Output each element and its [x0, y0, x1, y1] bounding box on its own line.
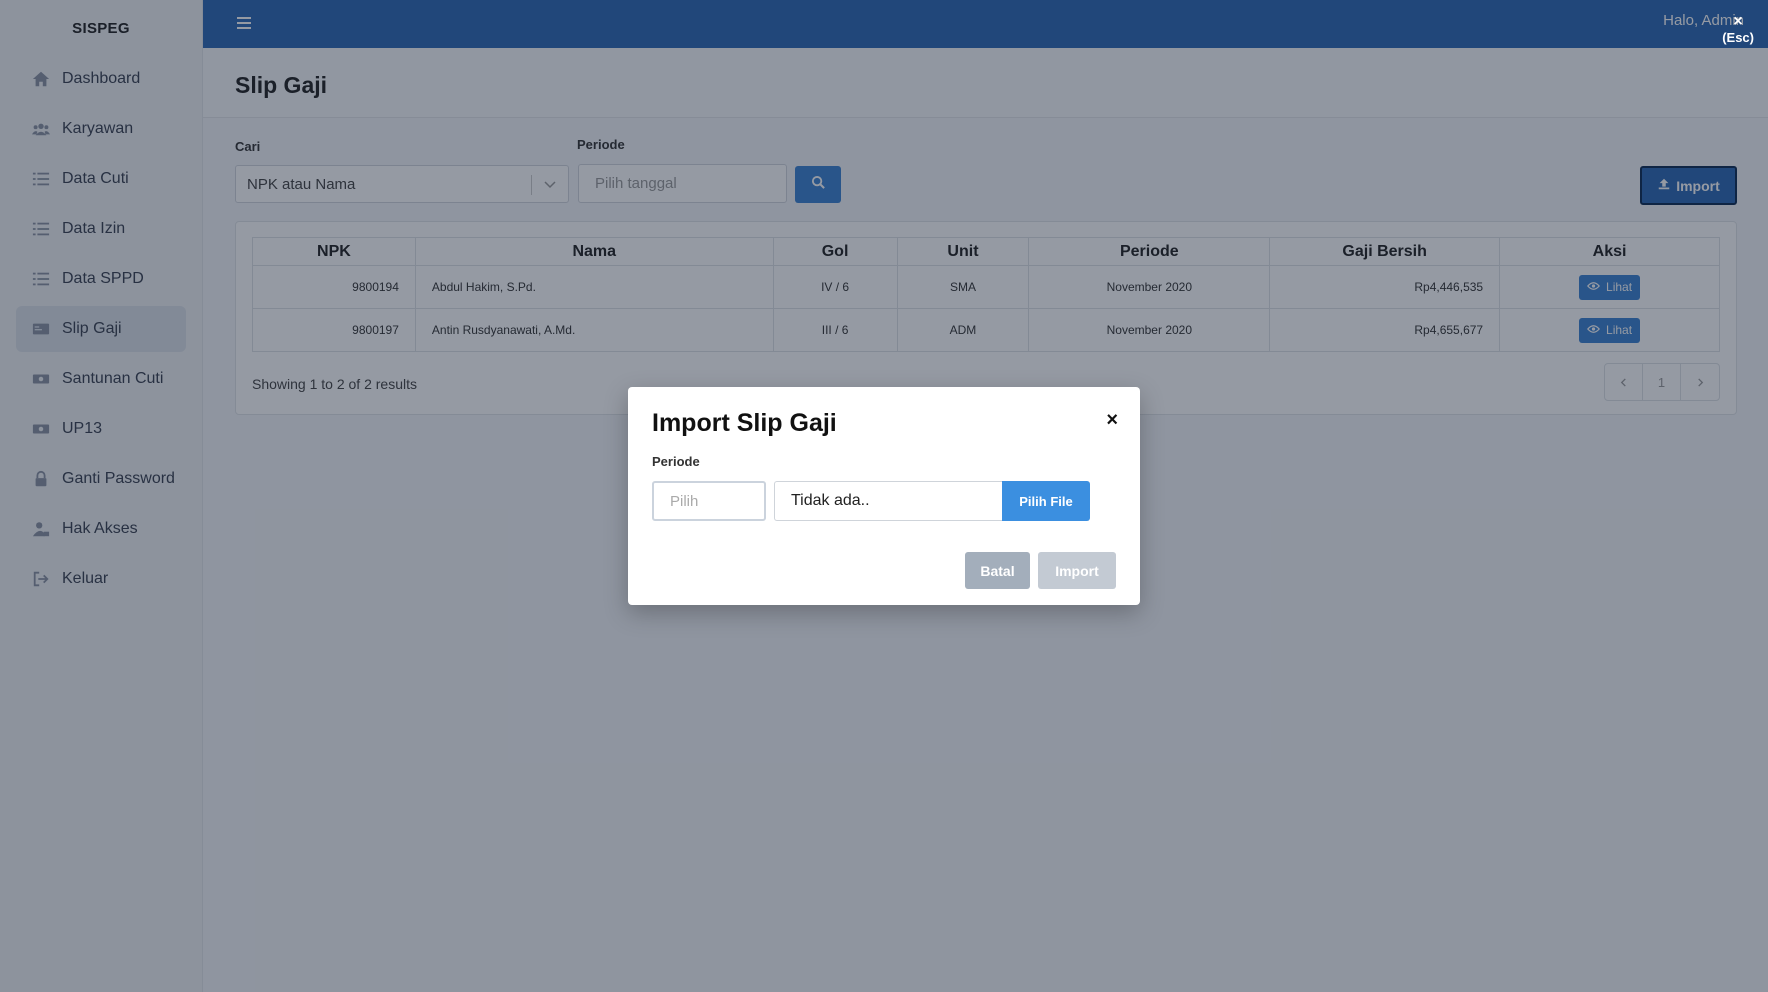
modal-period-input[interactable]: Pilih	[652, 481, 766, 521]
modal-close-icon[interactable]: ×	[1106, 409, 1118, 432]
overlay-close-hint: (Esc)	[1722, 30, 1754, 45]
modal-title: Import Slip Gaji	[652, 409, 837, 437]
overlay-close[interactable]: × (Esc)	[1722, 14, 1754, 46]
modal-import-button[interactable]: Import	[1038, 552, 1116, 589]
modal-period-label: Periode	[652, 454, 700, 469]
import-modal: Import Slip Gaji × Periode Pilih Tidak a…	[628, 387, 1140, 605]
choose-file-button[interactable]: Pilih File	[1002, 481, 1090, 521]
file-name-text: Tidak ada..	[791, 492, 870, 509]
close-icon: ×	[1733, 13, 1743, 30]
cancel-button[interactable]: Batal	[965, 552, 1030, 589]
modal-period-placeholder: Pilih	[670, 492, 699, 510]
file-name-field[interactable]: Tidak ada..	[774, 481, 1004, 521]
